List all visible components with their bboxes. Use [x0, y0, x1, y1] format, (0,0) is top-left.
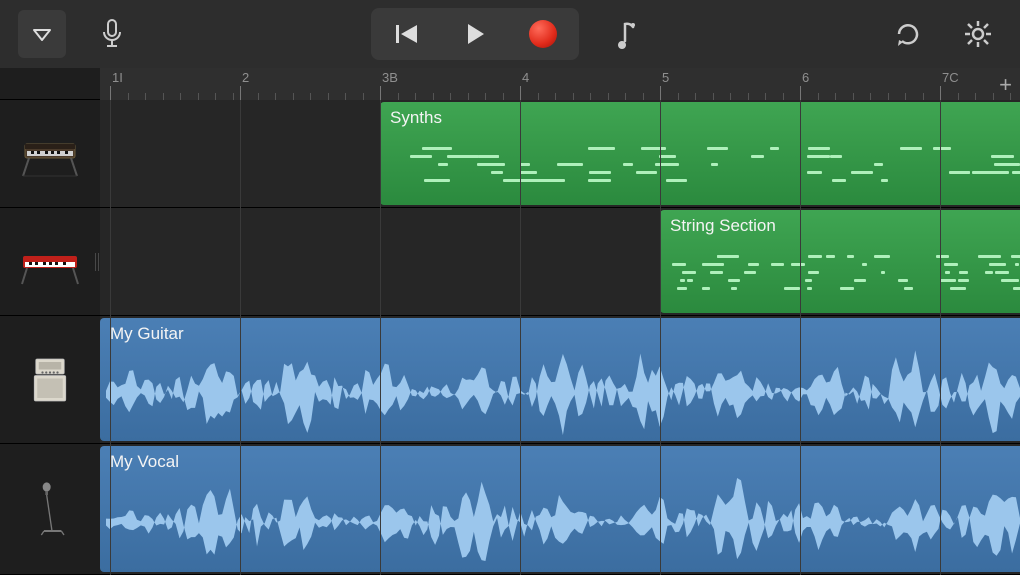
amp-icon [15, 350, 85, 410]
ruler-label: 6 [802, 70, 809, 85]
region-title: String Section [660, 210, 1020, 242]
record-button[interactable] [509, 10, 577, 58]
track-lanes: Synths String Section My Guitar My Vocal [100, 100, 1020, 575]
region-synth[interactable]: Synths [380, 102, 1020, 205]
transport-controls [371, 8, 579, 60]
lane-vocal[interactable]: My Vocal [100, 444, 1020, 575]
record-icon [529, 20, 557, 48]
lane-synth[interactable]: Synths [100, 100, 1020, 208]
ruler-label: 1I [112, 70, 123, 85]
play-button[interactable] [441, 10, 509, 58]
region-strings[interactable]: String Section [660, 210, 1020, 313]
loop-button[interactable] [884, 10, 932, 58]
tracks-dropdown-button[interactable] [18, 10, 66, 58]
red-keyboard-icon [15, 232, 85, 292]
track-header-strings[interactable] [0, 208, 100, 316]
timeline-area[interactable]: + 1I23B4567C SynthsString SectionMy Guit… [100, 68, 1020, 575]
top-toolbar [0, 0, 1020, 68]
settings-button[interactable] [954, 10, 1002, 58]
region-title: My Vocal [100, 446, 1020, 478]
arrangement-view: + 1I23B4567C SynthsString SectionMy Guit… [0, 68, 1020, 575]
synth-keyboard-icon [15, 124, 85, 184]
ruler-label: 2 [242, 70, 249, 85]
track-headers [0, 68, 100, 575]
ruler-label: 4 [522, 70, 529, 85]
timeline-ruler[interactable]: + 1I23B4567C [100, 68, 1020, 100]
ruler-spacer [0, 68, 100, 100]
mic-stand-icon [15, 479, 85, 539]
track-header-synth[interactable] [0, 100, 100, 208]
region-vocal[interactable]: My Vocal [100, 446, 1020, 572]
microphone-icon[interactable] [88, 10, 136, 58]
rewind-button[interactable] [373, 10, 441, 58]
ruler-label: 7C [942, 70, 959, 85]
region-title: Synths [380, 102, 1020, 134]
lane-guitar[interactable]: My Guitar [100, 316, 1020, 444]
note-settings-button[interactable] [601, 10, 649, 58]
track-header-guitar[interactable] [0, 316, 100, 444]
ruler-label: 3B [382, 70, 398, 85]
lane-strings[interactable]: String Section [100, 208, 1020, 316]
region-guitar[interactable]: My Guitar [100, 318, 1020, 441]
ruler-label: 5 [662, 70, 669, 85]
track-header-vocal[interactable] [0, 444, 100, 575]
region-title: My Guitar [100, 318, 1020, 350]
